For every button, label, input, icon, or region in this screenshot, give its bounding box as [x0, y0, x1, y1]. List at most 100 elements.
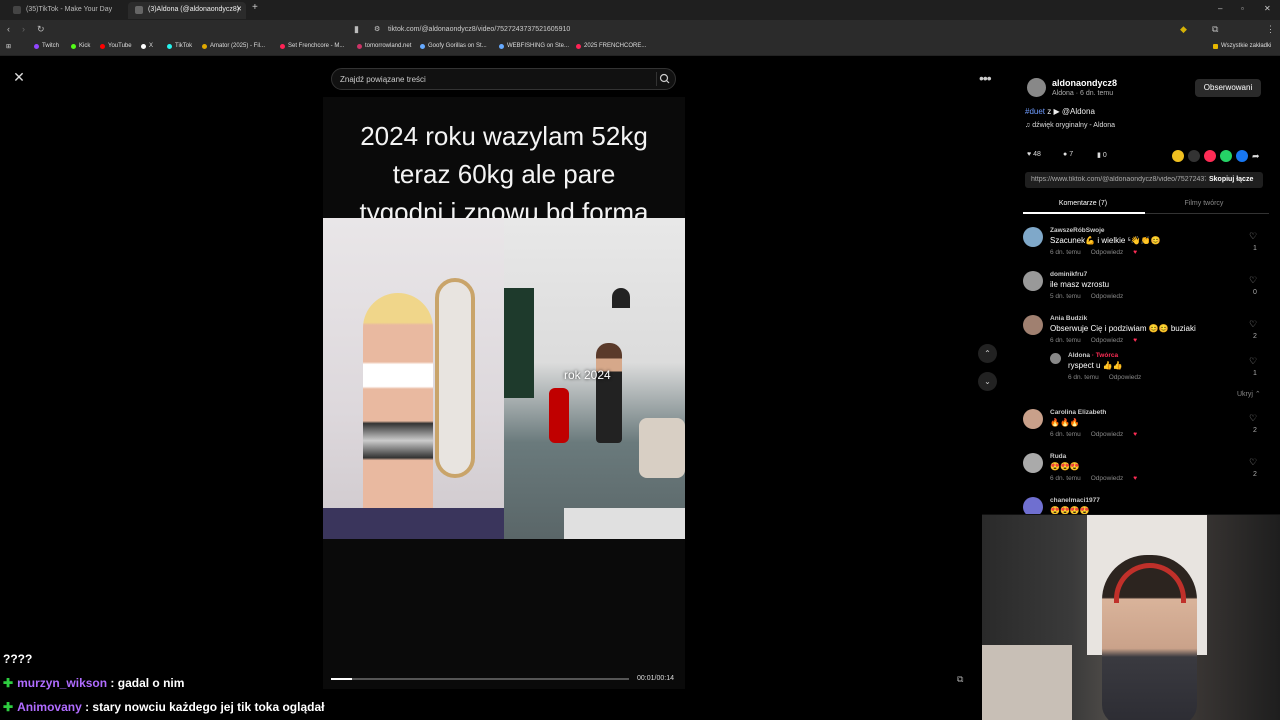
extensions-icon[interactable]: ⧉: [1212, 24, 1218, 35]
reply-button[interactable]: Odpowiedz: [1091, 431, 1124, 438]
comment-like-icon[interactable]: ♡: [1249, 356, 1257, 367]
active-tab-indicator: [1023, 212, 1145, 214]
tiktok-favicon-icon: [135, 6, 143, 14]
bookmark-set-frenchcore[interactable]: Set Frenchcore - M...: [280, 43, 344, 49]
tab-creator-videos[interactable]: Filmy twórcy: [1144, 200, 1264, 207]
close-tab-icon[interactable]: ✕: [236, 5, 242, 13]
like-button[interactable]: ♥ 48: [1027, 151, 1041, 158]
wallpaper-shape: [504, 288, 534, 398]
tab-comments[interactable]: Komentarze (7): [1023, 200, 1143, 207]
creator-liked-icon: ♥: [1133, 475, 1138, 482]
creator-avatar[interactable]: [1027, 78, 1046, 97]
avatar[interactable]: [1023, 453, 1043, 473]
comment-like-count: 2: [1253, 471, 1257, 478]
video-progress-bar[interactable]: [331, 678, 629, 680]
share-arrow-icon[interactable]: ➦: [1252, 150, 1264, 162]
comment-like-count: 0: [1253, 289, 1257, 296]
previous-video-button[interactable]: ⌃: [978, 344, 997, 363]
copy-link-button[interactable]: Skopiuj łącze: [1209, 176, 1253, 183]
all-bookmarks-folder[interactable]: Wszystkie zakładki: [1213, 43, 1271, 49]
reply-button[interactable]: Odpowiedz: [1109, 374, 1142, 381]
bookmark-frenchcore-2025[interactable]: 2025 FRENCHCORE...: [576, 43, 646, 49]
comment-username[interactable]: Ania Budzik: [1050, 315, 1087, 322]
comment-username[interactable]: chanelmaci1977: [1050, 497, 1100, 504]
next-video-button[interactable]: ⌄: [978, 372, 997, 391]
comment-button[interactable]: ● 7: [1063, 151, 1073, 158]
bookmark-goofy-gorillas[interactable]: Goofy Gorillas on St...: [420, 43, 487, 49]
video-description: #duet z ▶ @Aldona: [1025, 107, 1095, 116]
more-options-icon[interactable]: •••: [979, 70, 992, 86]
comment-username[interactable]: Ruda: [1050, 453, 1066, 460]
mention-link[interactable]: ▶ @Aldona: [1053, 107, 1094, 116]
bookmark-youtube[interactable]: YouTube: [100, 43, 132, 49]
creator-liked-icon: ♥: [1133, 249, 1138, 256]
comment-username[interactable]: Carolina Elizabeth: [1050, 409, 1106, 416]
extension-icon[interactable]: ◆: [1180, 24, 1187, 35]
reply-button[interactable]: Odpowiedz: [1091, 337, 1124, 344]
reply-button[interactable]: Odpowiedz: [1091, 475, 1124, 482]
comment-like-icon[interactable]: ♡: [1249, 231, 1257, 242]
comment-username[interactable]: dominikfru7: [1050, 271, 1087, 278]
share-send-icon[interactable]: [1204, 150, 1216, 162]
bookmark-webfishing[interactable]: WEBFISHING on Ste...: [499, 43, 569, 49]
back-arrow-icon[interactable]: ‹: [7, 24, 10, 34]
bookmark-tiktok[interactable]: TikTok: [167, 43, 192, 49]
reply-username[interactable]: Aldona · Twórca: [1068, 352, 1118, 359]
bookmark-icon[interactable]: ▮: [354, 24, 359, 35]
bookmark-x[interactable]: X: [141, 43, 153, 49]
forward-arrow-icon[interactable]: ›: [22, 24, 25, 34]
avatar[interactable]: [1050, 353, 1061, 364]
sofa-shape: [639, 418, 685, 478]
comment-meta: 6 dn. temu Odpowiedz ♥: [1050, 431, 1138, 438]
hashtag-link[interactable]: #duet: [1025, 107, 1045, 116]
share-friends-icon[interactable]: [1172, 150, 1184, 162]
embed-icon[interactable]: [1188, 150, 1200, 162]
mini-player-icon[interactable]: ⧉: [957, 674, 963, 685]
sound-link[interactable]: ♫ dźwięk oryginalny - Aldona: [1025, 122, 1115, 129]
maximize-button[interactable]: ▫: [1241, 4, 1244, 13]
comment-like-icon[interactable]: ♡: [1249, 275, 1257, 286]
avatar[interactable]: [1023, 409, 1043, 429]
video-caption: 2024 roku wazylam 52kg teraz 60kg ale pa…: [359, 121, 649, 227]
bookmark-twitch[interactable]: Twitch: [34, 43, 59, 49]
avatar[interactable]: [1023, 271, 1043, 291]
comment-like-icon[interactable]: ♡: [1249, 457, 1257, 468]
comment-like-icon[interactable]: ♡: [1249, 319, 1257, 330]
save-button[interactable]: ▮ 0: [1097, 151, 1107, 159]
comment-meta: 6 dn. temu Odpowiedz ♥: [1050, 337, 1138, 344]
bookmark-tomorrowland[interactable]: tomorrowland.net: [357, 43, 411, 49]
avatar[interactable]: [1023, 315, 1043, 335]
follow-button[interactable]: Obserwowani: [1195, 79, 1261, 97]
facebook-icon[interactable]: [1236, 150, 1248, 162]
close-window-button[interactable]: ✕: [1264, 4, 1271, 13]
close-video-icon[interactable]: ✕: [9, 67, 29, 87]
creator-username[interactable]: aldonaondycz8: [1052, 78, 1117, 88]
comment-text: 🔥🔥🔥: [1050, 418, 1080, 427]
search-input[interactable]: Znajdź powiązane treści: [331, 68, 676, 90]
bookmark-kick[interactable]: Kick: [71, 43, 90, 49]
avatar[interactable]: [1023, 497, 1043, 515]
browser-tab-1[interactable]: (35)TikTok - Make Your Day: [6, 2, 124, 19]
comment-like-icon[interactable]: ♡: [1249, 413, 1257, 424]
site-info-icon[interactable]: ⚙: [374, 25, 380, 33]
minimize-button[interactable]: –: [1218, 4, 1222, 13]
hide-replies-button[interactable]: Ukryj ⌃: [1237, 390, 1261, 398]
new-tab-button[interactable]: +: [252, 2, 258, 13]
whatsapp-icon[interactable]: [1220, 150, 1232, 162]
search-icon[interactable]: [656, 72, 670, 86]
comment-like-count: 1: [1253, 245, 1257, 252]
url-field[interactable]: ⚙ tiktok.com/@aldonaondycz8/video/752724…: [370, 23, 910, 37]
comment-like-count: 1: [1253, 370, 1257, 377]
menu-icon[interactable]: ⋮: [1266, 24, 1275, 35]
reply-button[interactable]: Odpowiedz: [1091, 249, 1124, 256]
bookmark-amator[interactable]: Amator (2025) - Fil...: [202, 43, 265, 49]
share-link-box: https://www.tiktok.com/@aldonaondycz8/vi…: [1025, 172, 1263, 188]
avatar[interactable]: [1023, 227, 1043, 247]
video-player[interactable]: 2024 roku wazylam 52kg teraz 60kg ale pa…: [323, 97, 685, 689]
reload-icon[interactable]: ↻: [37, 24, 45, 35]
comment-username[interactable]: ZawszeRóbSwoje: [1050, 227, 1105, 234]
reply-button[interactable]: Odpowiedz: [1091, 293, 1124, 300]
browser-tab-2[interactable]: (3)Aldona (@aldonaondycz8) ✕: [128, 2, 246, 19]
apps-grid-icon[interactable]: ⊞: [6, 43, 11, 50]
share-link-text[interactable]: https://www.tiktok.com/@aldonaondycz8/vi…: [1031, 176, 1206, 183]
